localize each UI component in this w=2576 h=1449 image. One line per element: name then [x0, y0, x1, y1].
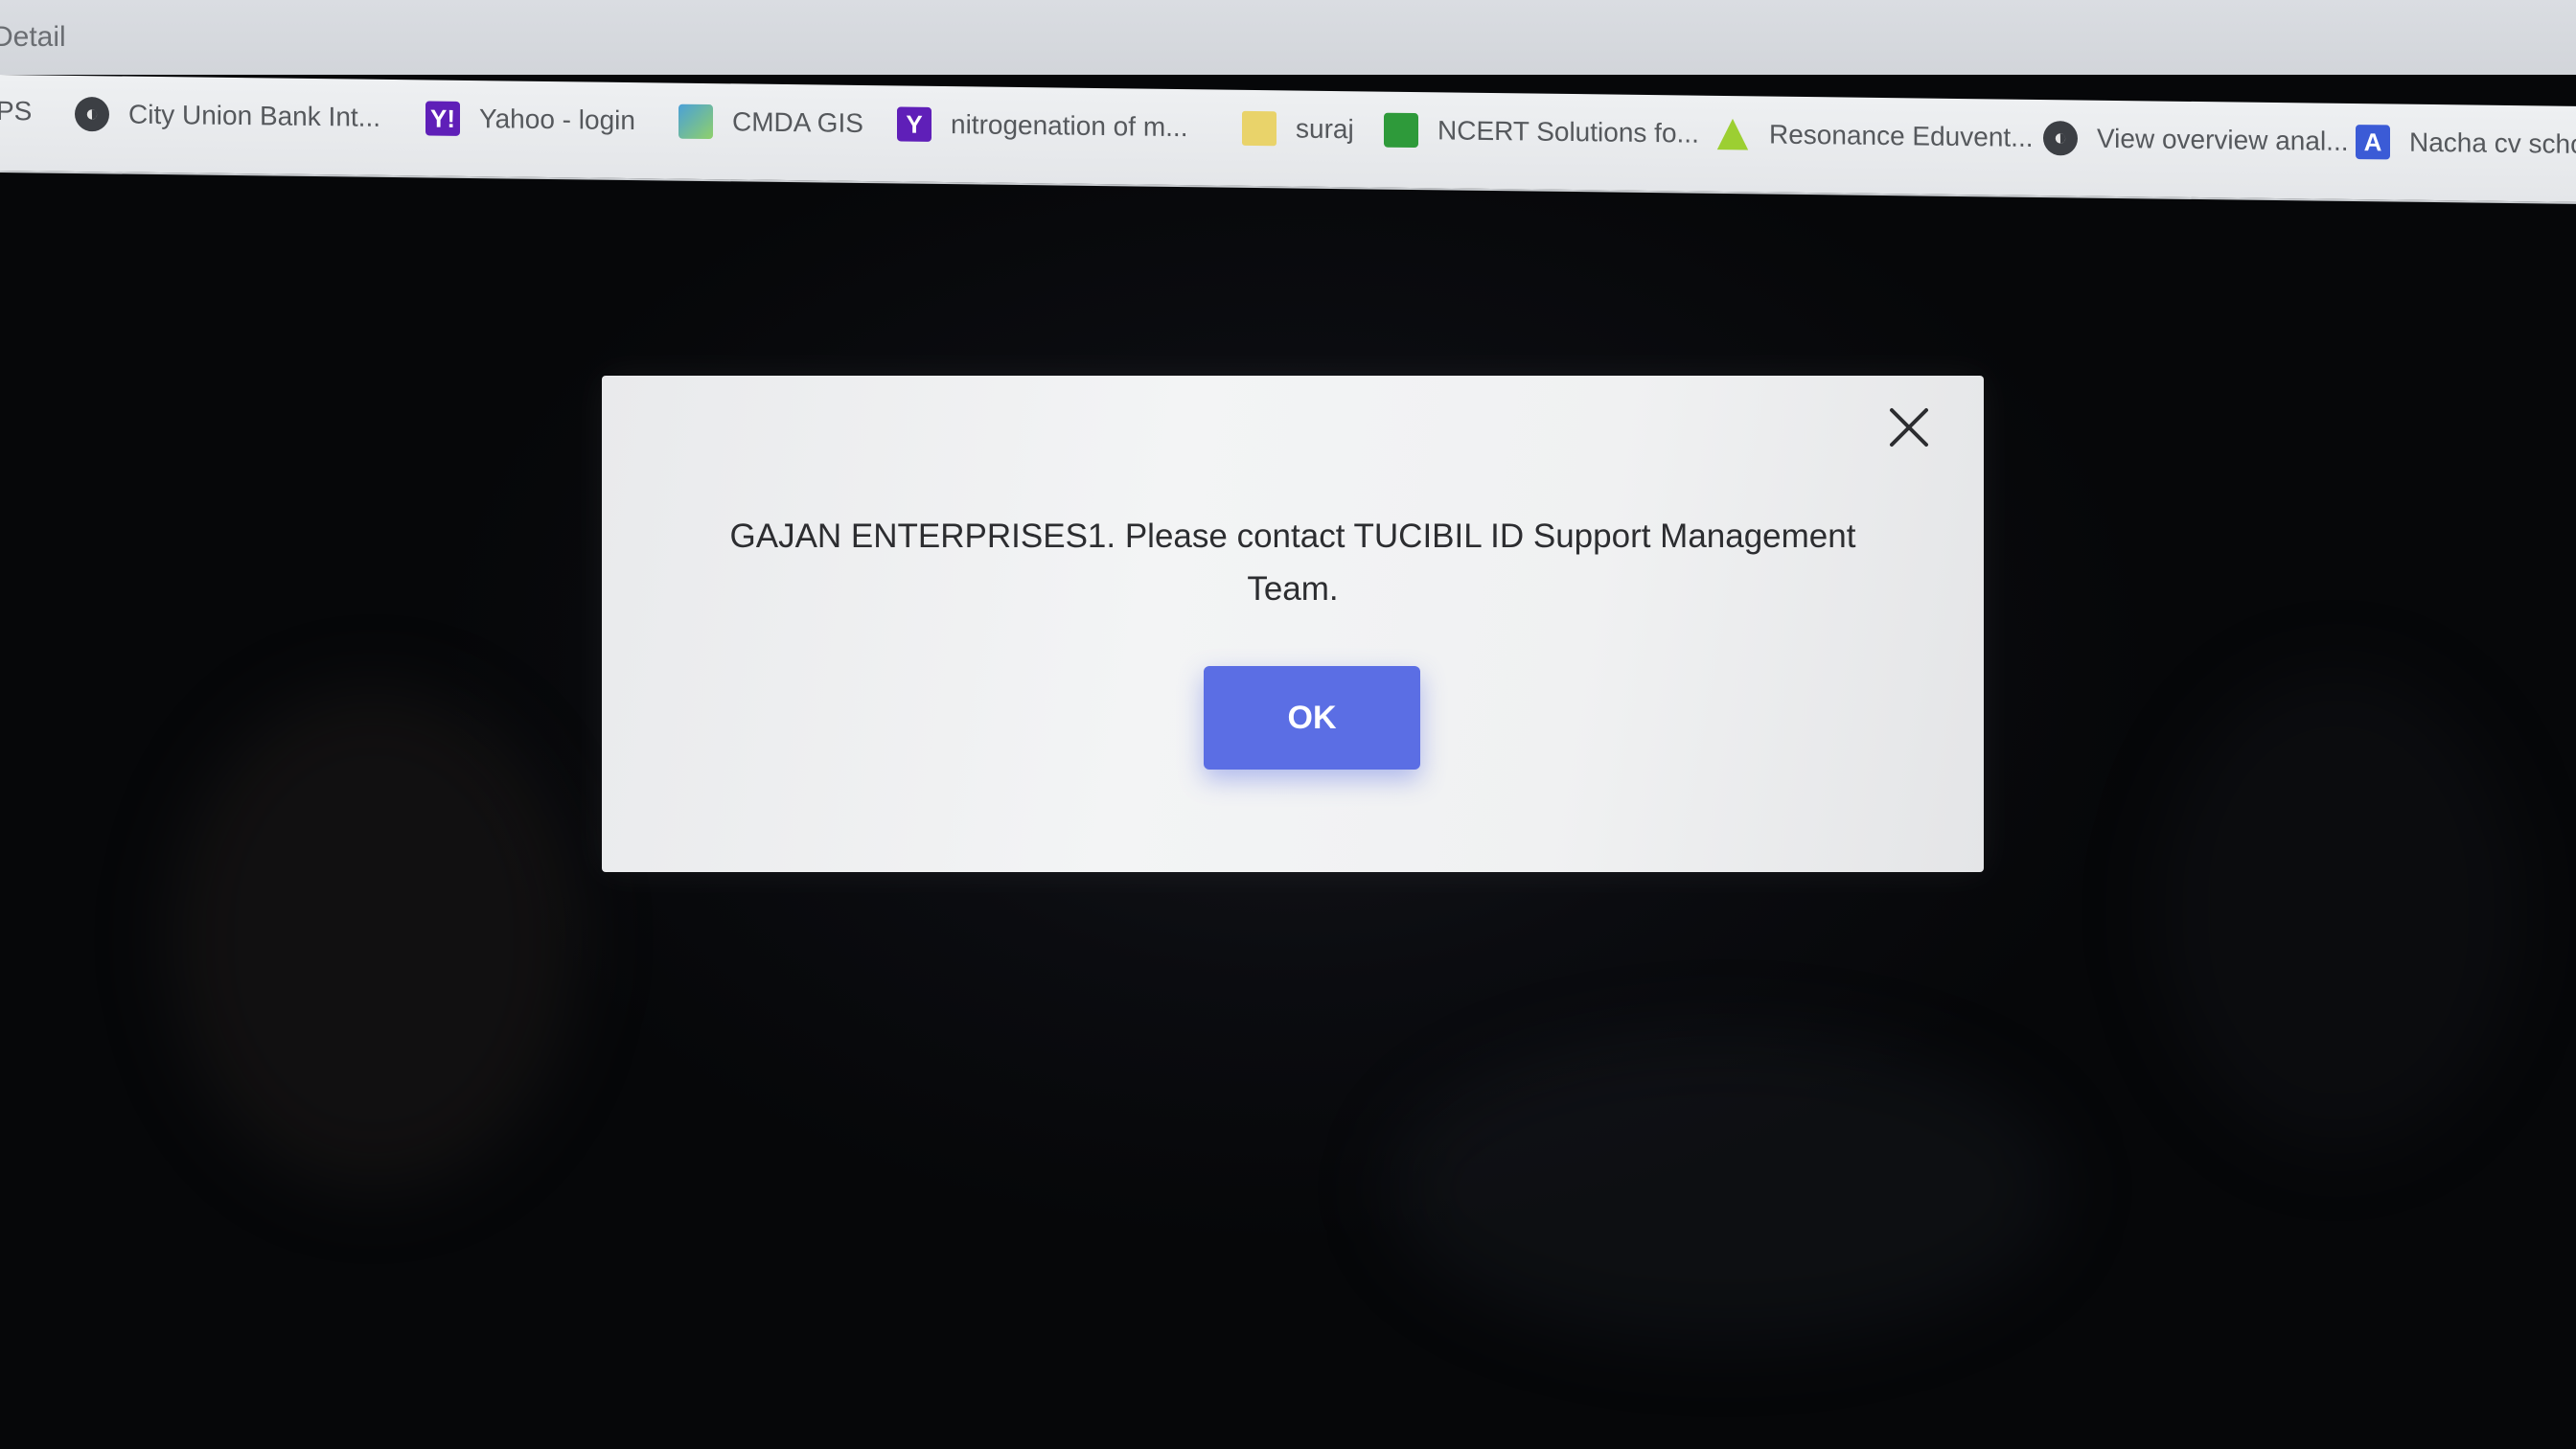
yahoo-icon: Y! [426, 101, 460, 136]
bookmark-resonance-eduvent[interactable]: Resonance Eduvent... [1715, 117, 2034, 155]
nacha-icon: A [2356, 125, 2390, 160]
bookmark-label: CMDA GIS [732, 106, 863, 139]
bookmark-label: City Union Bank Int... [128, 99, 381, 132]
yahoo-icon: Y [897, 106, 932, 142]
bookmark-label: Resonance Eduvent... [1769, 119, 2034, 152]
browser-tab-strip: Detail [0, 0, 2576, 75]
ncert-icon [1384, 112, 1418, 149]
dialog-message: GAJAN ENTERPRISES1. Please contact TUCIB… [659, 510, 1926, 615]
bookmark-ncert-solutions[interactable]: NCERT Solutions fo... [1384, 112, 1699, 151]
close-button[interactable] [1882, 401, 1936, 454]
bookmark-view-overview[interactable]: ◐ View overview anal... [2043, 121, 2349, 159]
bookmark-label: Yahoo - login [479, 104, 635, 136]
bookmark-yahoo-login[interactable]: Y! Yahoo - login [426, 101, 635, 138]
tab-title[interactable]: Detail [0, 21, 66, 54]
bookmark-nitrogenation[interactable]: Y nitrogenation of m... [897, 106, 1187, 145]
screen-reflection [1390, 1035, 2060, 1342]
bookmarks-bar: PS ◐ City Union Bank Int... Y! Yahoo - l… [0, 75, 2576, 204]
cmda-icon [678, 104, 713, 140]
screen-reflection [2156, 671, 2520, 1150]
bookmark-label: suraj [1296, 113, 1354, 145]
bookmark-ps[interactable]: PS [0, 96, 32, 126]
bookmark-label: nitrogenation of m... [951, 109, 1188, 143]
resonance-icon [1715, 117, 1750, 151]
dialog-message-line: GAJAN ENTERPRISES1. Please contact TUCIB… [729, 518, 1856, 555]
bookmark-label: View overview anal... [2097, 123, 2349, 156]
globe-icon: ◐ [2043, 121, 2078, 156]
bookmark-label: Nacha cv school [2409, 126, 2576, 160]
folder-icon [1242, 110, 1276, 147]
bookmark-label: NCERT Solutions fo... [1438, 115, 1699, 149]
bookmark-suraj[interactable]: suraj [1242, 110, 1354, 147]
screen-reflection [172, 690, 575, 1188]
bookmark-label: PS [0, 95, 33, 126]
globe-icon: ◐ [75, 96, 109, 132]
bookmark-nacha-cv-school[interactable]: A Nacha cv school [2356, 125, 2576, 162]
alert-dialog: GAJAN ENTERPRISES1. Please contact TUCIB… [602, 376, 1984, 872]
bookmark-cmda-gis[interactable]: CMDA GIS [678, 104, 863, 141]
dialog-message-line: Team. [1247, 570, 1339, 608]
screen: Detail PS ◐ City Union Bank Int... Y! Ya… [0, 0, 2576, 1449]
bookmark-city-union-bank[interactable]: ◐ City Union Bank Int... [75, 96, 381, 135]
ok-button[interactable]: OK [1204, 666, 1420, 770]
close-icon [1890, 408, 1928, 447]
